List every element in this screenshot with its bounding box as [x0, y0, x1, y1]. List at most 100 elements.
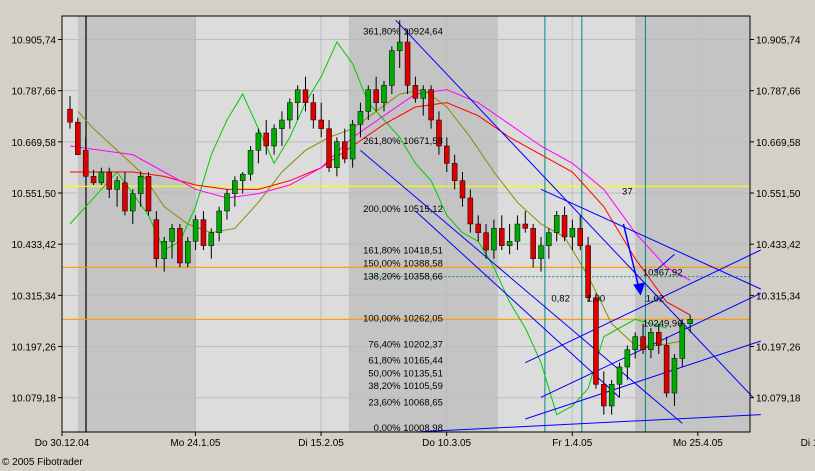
candle-body-51	[467, 197, 474, 225]
candlestick-chart: 361,80% 10924,64 261,80% 10671,58 200,00% …	[0, 0, 815, 471]
ytick-right-label-6: 10.197,26	[756, 343, 801, 354]
candle-body-19	[216, 210, 222, 233]
fib-label-10: 38,20% 10105,59	[368, 381, 442, 392]
ytick-right-label-7: 10.079,18	[756, 394, 801, 405]
xtick-label-6: Di 17.5.05	[801, 438, 815, 449]
candle-body-58	[522, 223, 529, 229]
fib-label-11: 23,60% 10068,65	[368, 397, 442, 408]
candle-body-79	[687, 319, 693, 324]
candle-body-3	[90, 176, 97, 184]
candle-body-9	[137, 176, 144, 194]
candle-body-5	[106, 171, 112, 190]
candle-body-54	[491, 228, 497, 251]
fib-label-7: 76,40% 10202,37	[368, 339, 442, 350]
candle-body-77	[671, 358, 678, 394]
xtick-label-0: Do 30.12.04	[35, 438, 90, 449]
candle-body-12	[161, 241, 167, 259]
candle-body-4	[98, 171, 105, 184]
candle-body-22	[239, 173, 246, 181]
candle-body-67	[593, 297, 599, 385]
annotation-5: 10249,96	[643, 319, 683, 330]
candle-body-42	[396, 41, 403, 51]
ytick-left-label-0: 10.905,74	[12, 36, 57, 47]
candle-body-10	[145, 176, 152, 212]
candle-body-29	[294, 89, 301, 103]
candle-body-34	[334, 141, 340, 168]
candle-body-26	[271, 128, 277, 147]
candle-body-25	[263, 132, 269, 147]
shade-0	[77, 16, 196, 432]
candle-body-43	[404, 41, 411, 86]
candle-body-52	[475, 223, 481, 233]
candle-body-69	[608, 384, 615, 407]
candle-body-60	[538, 245, 544, 259]
candle-body-68	[601, 384, 607, 407]
ytick-right-label-4: 10.433,42	[756, 240, 801, 251]
candle-body-73	[640, 336, 646, 350]
candle-body-28	[287, 102, 293, 121]
candle-body-32	[318, 119, 324, 129]
ytick-right-label-5: 10.315,34	[756, 291, 801, 302]
candle-body-41	[389, 50, 395, 86]
ytick-left-label-4: 10.433,42	[12, 240, 57, 251]
annotation-0: 37	[622, 187, 633, 198]
candle-body-36	[349, 124, 356, 160]
candle-body-40	[381, 85, 387, 103]
ytick-left-label-6: 10.197,26	[12, 343, 57, 354]
candle-body-44	[412, 85, 419, 99]
xtick-label-2: Di 15.2.05	[298, 438, 344, 449]
fib-label-5: 138,20% 10358,66	[363, 272, 443, 283]
candle-body-65	[577, 228, 583, 246]
candle-body-59	[530, 228, 536, 259]
candle-body-39	[373, 89, 379, 103]
candle-body-53	[483, 232, 489, 251]
xtick-label-5: Mo 25.4.05	[673, 438, 723, 449]
candle-body-55	[499, 228, 505, 246]
annotation-1: 0,82	[551, 294, 570, 305]
candle-body-62	[553, 215, 560, 233]
candle-body-35	[342, 141, 348, 160]
candle-body-61	[546, 232, 552, 246]
candle-body-2	[82, 150, 89, 177]
ytick-left-label-5: 10.315,34	[12, 291, 57, 302]
annotation-3: 1,62	[646, 294, 665, 305]
candle-body-15	[185, 241, 191, 264]
candle-body-38	[365, 89, 372, 112]
candle-body-6	[114, 180, 120, 190]
candle-body-1	[75, 121, 81, 155]
candle-body-57	[514, 223, 521, 242]
candle-body-63	[561, 215, 568, 238]
candle-body-11	[153, 219, 160, 259]
xtick-label-3: Do 10.3.05	[422, 438, 471, 449]
copyright-text: © 2005 Fibotrader	[2, 457, 83, 468]
candle-body-70	[616, 366, 623, 385]
ytick-left-label-1: 10.787,66	[12, 87, 57, 98]
shade-2	[635, 16, 750, 432]
fib-label-0: 361,80% 10924,64	[363, 26, 443, 37]
candle-body-16	[192, 219, 199, 242]
candle-body-75	[656, 332, 662, 346]
candle-body-74	[648, 332, 654, 350]
ytick-left-label-7: 10.079,18	[12, 394, 57, 405]
annotation-4: 10367,92	[643, 268, 683, 279]
candle-body-31	[310, 102, 317, 121]
candle-body-72	[632, 336, 638, 350]
xtick-label-1: Mo 24.1.05	[170, 438, 220, 449]
candle-body-0	[67, 108, 73, 123]
ytick-left-label-3: 10.551,50	[12, 189, 57, 200]
fib-label-4: 150,00% 10388,58	[363, 259, 443, 270]
ytick-right-label-1: 10.787,66	[756, 87, 801, 98]
ytick-right-label-2: 10.669,58	[756, 138, 801, 149]
candle-body-21	[232, 180, 238, 194]
fib-label-3: 161,80% 10418,51	[363, 246, 443, 257]
candle-body-20	[224, 193, 230, 212]
annotation-2: 1,00	[587, 294, 606, 305]
candle-body-50	[459, 180, 466, 199]
candle-body-66	[585, 245, 591, 298]
candle-body-14	[177, 228, 183, 264]
candle-body-17	[200, 219, 207, 246]
fib-label-1: 261,80% 10671,58	[363, 136, 443, 147]
candle-body-7	[122, 182, 128, 212]
candle-body-18	[208, 232, 215, 246]
candle-body-13	[169, 228, 175, 242]
